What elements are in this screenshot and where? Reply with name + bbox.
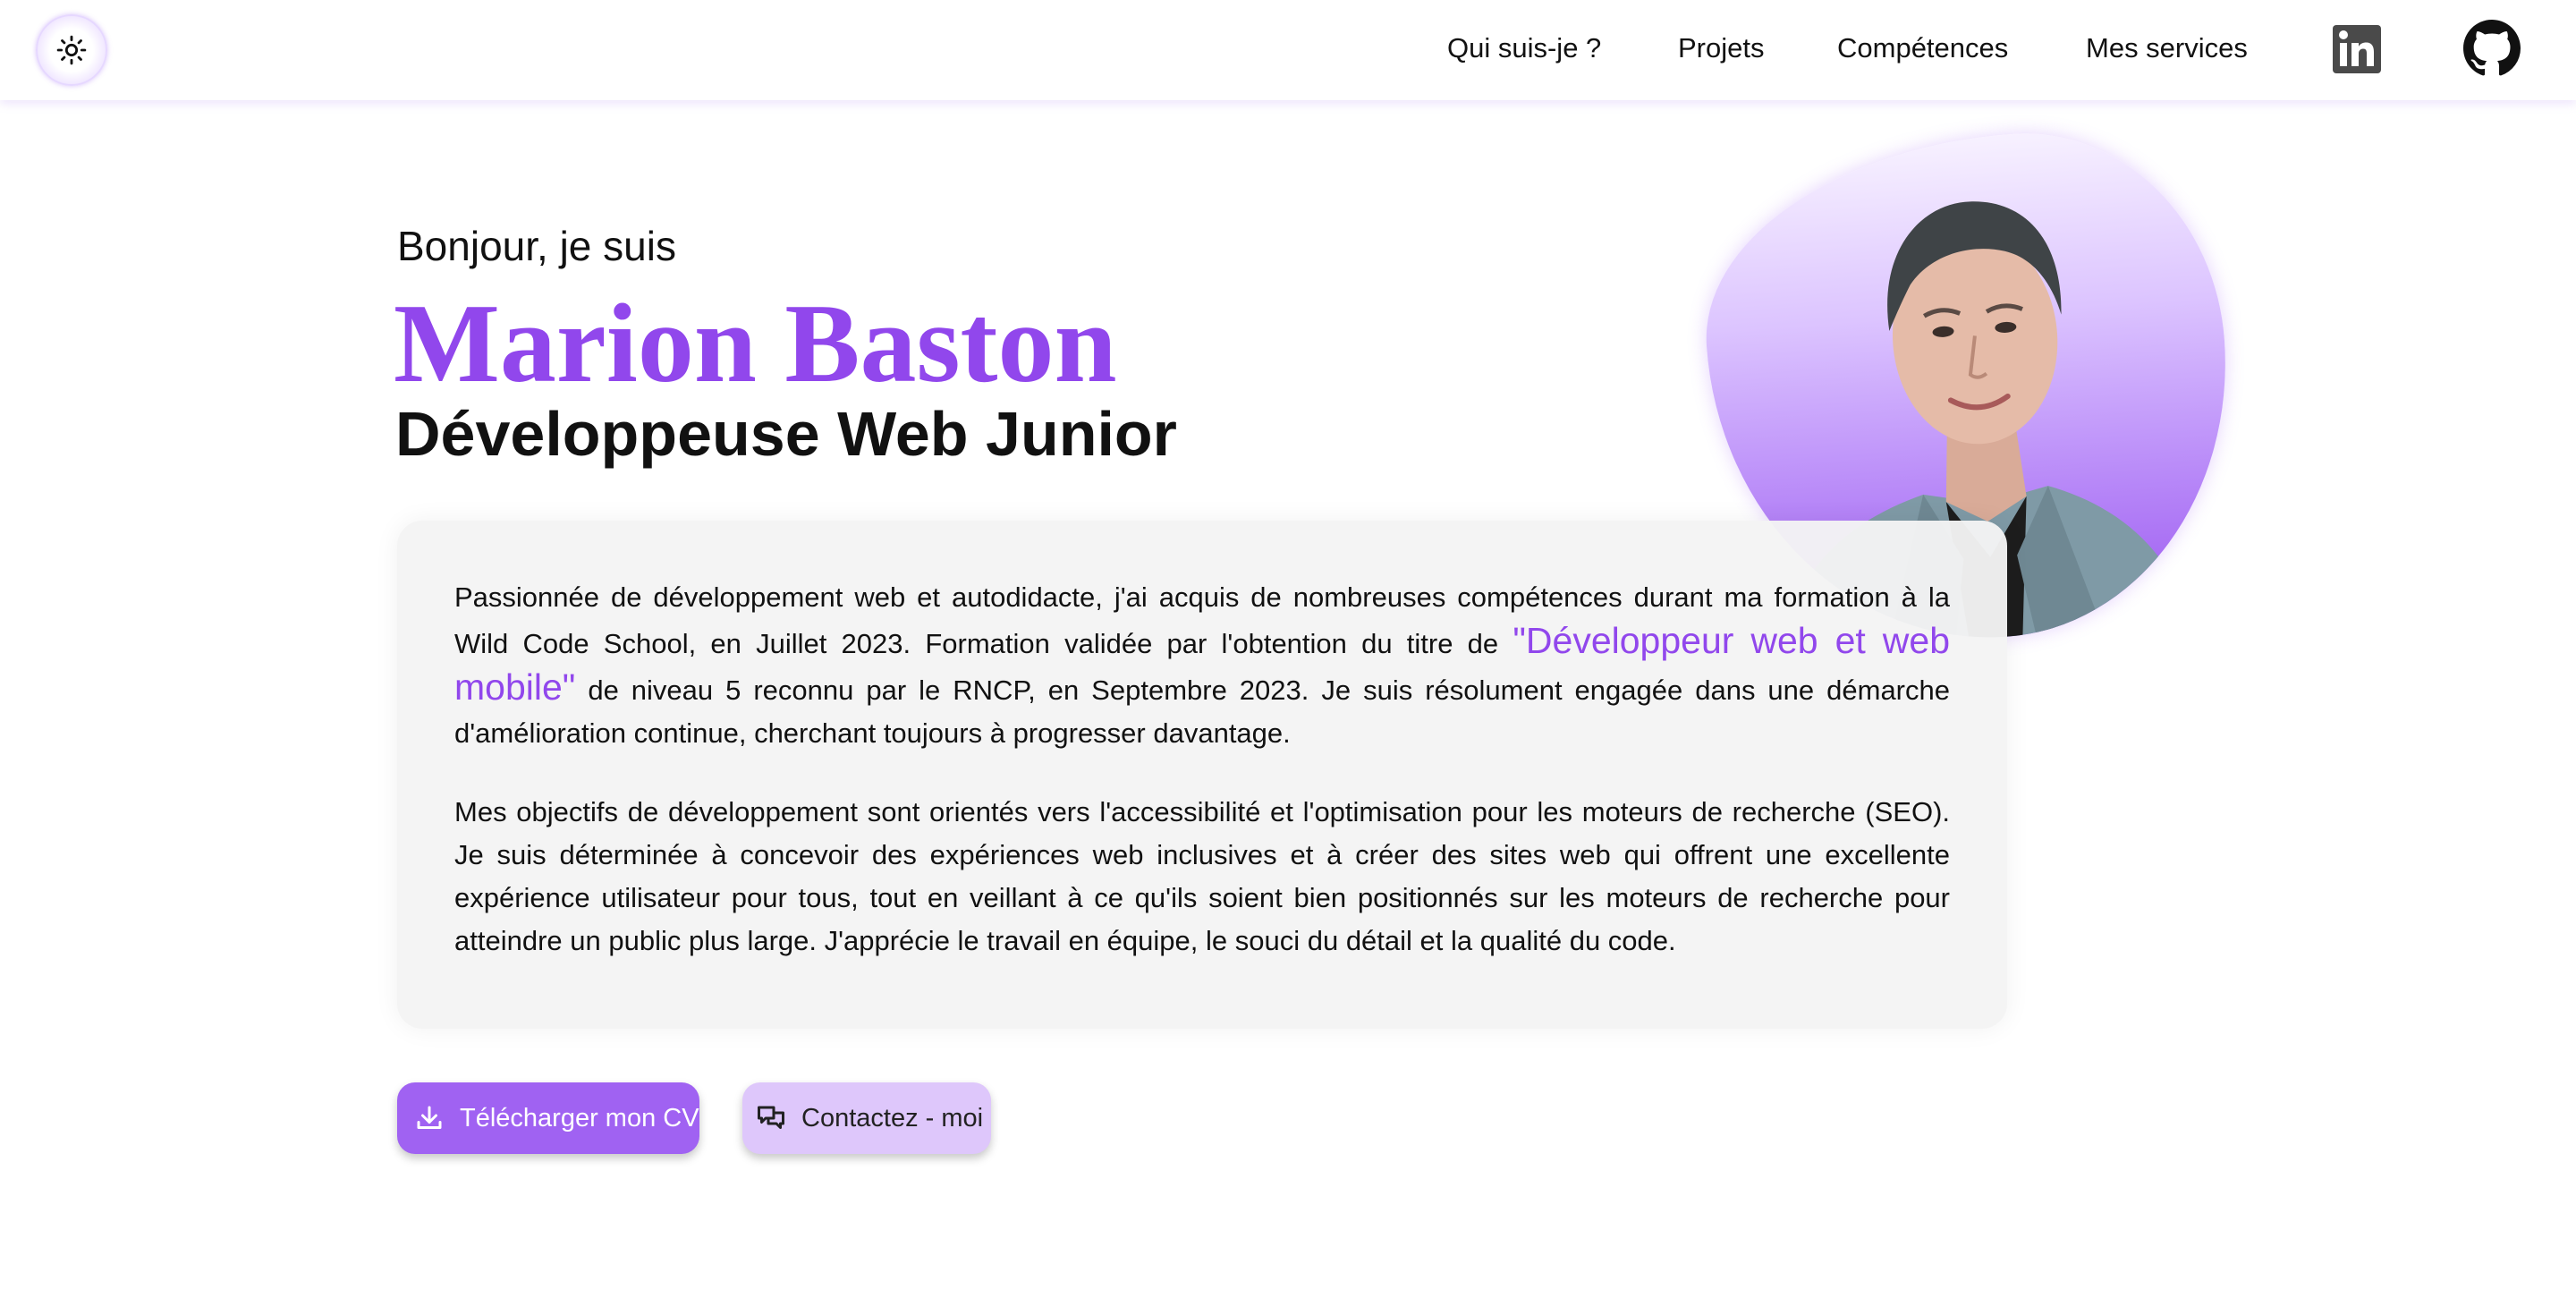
contact-button[interactable]: Contactez - moi — [742, 1082, 991, 1154]
download-cv-label: Télécharger mon CV — [460, 1103, 699, 1133]
nav-link-services[interactable]: Mes services — [2086, 32, 2248, 64]
contact-label: Contactez - moi — [801, 1103, 984, 1133]
nav-link-projects[interactable]: Projets — [1678, 32, 1764, 64]
about-paragraph-1: Passionnée de développement web et autod… — [454, 576, 1950, 755]
navbar: Qui suis-je ? Projets Compétences Mes se… — [0, 0, 2576, 100]
about-paragraph-1-end: de niveau 5 reconnu par le RNCP, en Sept… — [454, 674, 1950, 749]
about-paragraph-2: Mes objectifs de développement sont orie… — [454, 796, 1950, 956]
greeting-text: Bonjour, je suis — [397, 223, 676, 269]
job-title: Développeuse Web Junior — [395, 399, 1177, 469]
developer-name: Marion Baston — [394, 282, 1117, 406]
download-icon — [417, 1106, 442, 1129]
nav-link-about[interactable]: Qui suis-je ? — [1447, 32, 1601, 64]
download-cv-button[interactable]: Télécharger mon CV — [397, 1082, 699, 1154]
main-navigation: Qui suis-je ? Projets Compétences Mes se… — [0, 0, 2576, 100]
chat-icon — [758, 1106, 784, 1129]
nav-link-skills[interactable]: Compétences — [1837, 32, 2008, 64]
github-icon[interactable] — [2463, 20, 2521, 77]
linkedin-icon[interactable] — [2331, 23, 2383, 75]
about-card: Passionnée de développement web et autod… — [397, 521, 2007, 1029]
